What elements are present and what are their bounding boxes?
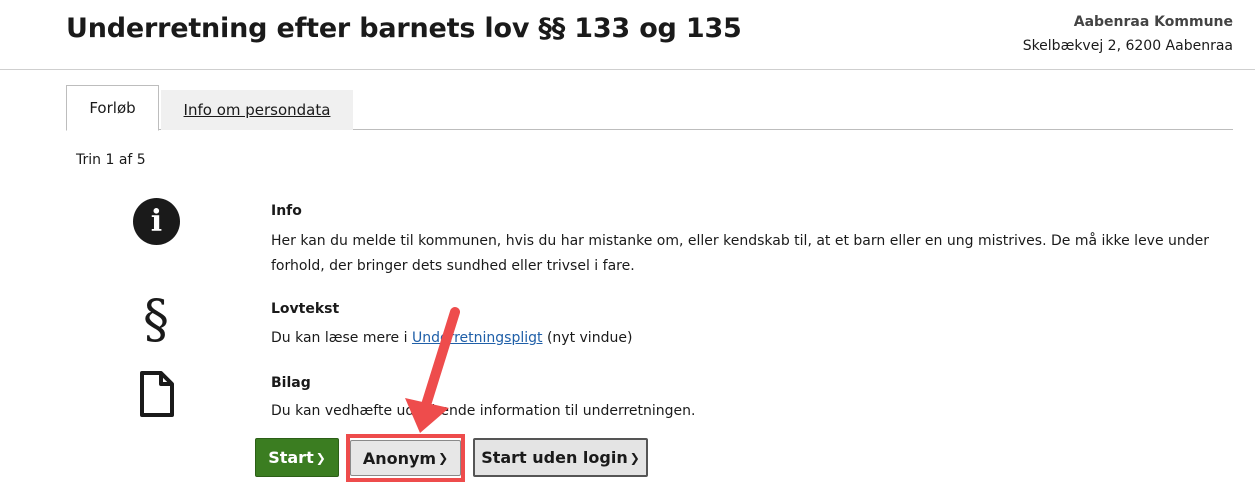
page-title: Underretning efter barnets lov §§ 133 og… [66,13,742,44]
start-button-label: Start [268,448,314,467]
tab-info-om-persondata[interactable]: Info om persondata [161,90,353,130]
section-title: Lovtekst [271,301,340,317]
start-uden-login-label: Start uden login [481,448,628,467]
start-uden-login-button[interactable]: Start uden login ❯ [473,438,648,477]
chevron-right-icon: ❯ [629,450,640,465]
section-text: Du kan læse mere i Underretningspligt (n… [271,326,1231,351]
section-title: Bilag [271,375,311,391]
paragraph-icon: § [143,290,169,350]
start-button[interactable]: Start ❯ [255,438,339,477]
section-title: Info [271,203,302,219]
section-text: Her kan du melde til kommunen, hvis du h… [271,233,1210,274]
chevron-right-icon: ❯ [438,451,449,465]
chevron-right-icon: ❯ [315,450,326,465]
page-header: Underretning efter barnets lov §§ 133 og… [0,0,1255,70]
organization-name: Aabenraa Kommune [1073,14,1233,30]
tab-forloeb[interactable]: Forløb [66,85,159,131]
step-indicator: Trin 1 af 5 [76,152,146,168]
anonym-button[interactable]: Anonym ❯ [350,440,461,476]
underretningspligt-link[interactable]: Underretningspligt [412,330,543,346]
lovtekst-text-before: Du kan læse mere i [271,330,412,346]
tab-bar: Forløb Info om persondata [66,85,1233,131]
file-icon [139,370,175,422]
organization-address: Skelbækvej 2, 6200 Aabenraa [1022,38,1233,54]
section-text: Du kan vedhæfte uddybende information ti… [271,403,696,419]
organization-info: Aabenraa Kommune Skelbækvej 2, 6200 Aabe… [1023,10,1233,58]
lovtekst-text-after: (nyt vindue) [542,330,633,346]
info-icon: i [133,198,180,245]
anonym-button-label: Anonym [362,448,437,468]
